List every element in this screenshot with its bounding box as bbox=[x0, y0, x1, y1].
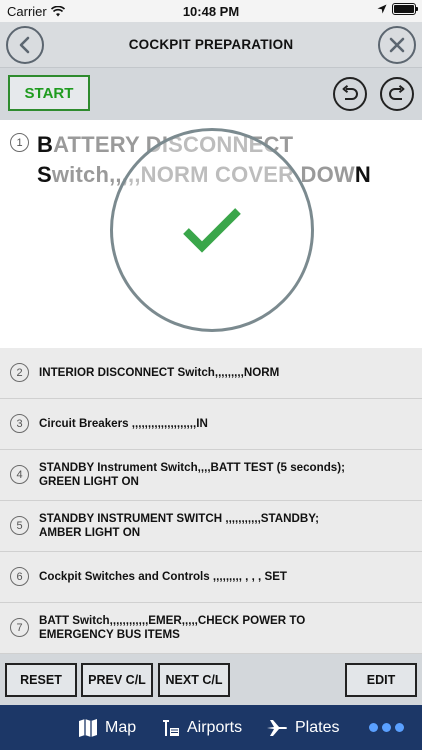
prev-checklist-button[interactable]: PREV C/L bbox=[81, 663, 153, 697]
back-button[interactable] bbox=[6, 26, 44, 64]
item-number-badge: 2 bbox=[10, 363, 29, 382]
item-number-badge: 6 bbox=[10, 567, 29, 586]
close-icon bbox=[389, 37, 405, 53]
redo-button[interactable] bbox=[380, 77, 414, 111]
map-icon bbox=[79, 718, 97, 737]
item-text: Cockpit Switches and Controls ,,,,,,,,, … bbox=[39, 570, 288, 583]
start-button[interactable]: START bbox=[8, 75, 90, 111]
battery-fill bbox=[394, 5, 414, 13]
plane-icon bbox=[267, 719, 287, 736]
item-number-badge: 5 bbox=[10, 516, 29, 535]
tab-map[interactable]: Map bbox=[78, 705, 136, 750]
undo-icon bbox=[342, 85, 358, 100]
list-item[interactable]: 4 STANDBY Instrument Switch,,,,BATT TEST… bbox=[0, 450, 422, 501]
status-bar: Carrier 10:48 PM bbox=[0, 0, 422, 22]
more-dots-icon bbox=[382, 723, 391, 732]
list-item[interactable]: 5 STANDBY INSTRUMENT SWITCH ,,,,,,,,,,,S… bbox=[0, 501, 422, 552]
tab-label: Airports bbox=[187, 718, 243, 736]
item-number-badge: 4 bbox=[10, 465, 29, 484]
item-text: BATT Switch,,,,,,,,,,,,EMER,,,,,CHECK PO… bbox=[39, 614, 306, 641]
undo-button[interactable] bbox=[333, 77, 367, 111]
tab-label: Plates bbox=[295, 718, 340, 736]
item-text: Circuit Breakers ,,,,,,,,,,,,,,,,,,,,IN bbox=[39, 417, 208, 430]
redo-icon bbox=[389, 85, 405, 100]
location-arrow-icon bbox=[377, 4, 387, 14]
tab-plates[interactable]: Plates bbox=[266, 705, 339, 750]
tab-bar: Map Airports Plates bbox=[0, 705, 422, 750]
active-item-number: 1 bbox=[10, 133, 29, 152]
header: COCKPIT PREPARATION bbox=[0, 22, 422, 68]
item-number-badge: 1 bbox=[10, 133, 29, 152]
next-checklist-button[interactable]: NEXT C/L bbox=[158, 663, 230, 697]
more-dots-icon bbox=[395, 723, 404, 732]
item-text: STANDBY INSTRUMENT SWITCH ,,,,,,,,,,,STA… bbox=[39, 512, 319, 539]
more-dots-icon bbox=[369, 723, 378, 732]
item-text: INTERIOR DISCONNECT Switch,,,,,,,,,NORM bbox=[39, 366, 280, 379]
tab-more[interactable] bbox=[369, 705, 404, 750]
chevron-left-icon bbox=[19, 36, 30, 54]
tab-airports[interactable]: Airports bbox=[160, 705, 242, 750]
item-number-badge: 3 bbox=[10, 414, 29, 433]
list-item[interactable]: 7 BATT Switch,,,,,,,,,,,,EMER,,,,,CHECK … bbox=[0, 603, 422, 654]
list-item[interactable]: 6 Cockpit Switches and Controls ,,,,,,,,… bbox=[0, 552, 422, 603]
item-text: STANDBY Instrument Switch,,,,BATT TEST (… bbox=[39, 461, 345, 488]
checkmark-icon bbox=[183, 208, 241, 253]
item-number-badge: 7 bbox=[10, 618, 29, 637]
tab-label: Map bbox=[105, 718, 137, 736]
completion-check-overlay bbox=[110, 128, 314, 332]
battery-icon bbox=[392, 3, 418, 15]
edit-button[interactable]: EDIT bbox=[345, 663, 417, 697]
list-item[interactable]: 3 Circuit Breakers ,,,,,,,,,,,,,,,,,,,,I… bbox=[0, 399, 422, 450]
checklist-items: 2 INTERIOR DISCONNECT Switch,,,,,,,,,NOR… bbox=[0, 348, 422, 654]
status-right bbox=[377, 3, 418, 15]
list-item[interactable]: 2 INTERIOR DISCONNECT Switch,,,,,,,,,NOR… bbox=[0, 348, 422, 399]
checklist-toolbar: START bbox=[0, 68, 422, 120]
close-button[interactable] bbox=[378, 26, 416, 64]
page-title: COCKPIT PREPARATION bbox=[128, 37, 294, 52]
airport-icon bbox=[163, 719, 179, 736]
status-time: 10:48 PM bbox=[182, 4, 240, 19]
reset-button[interactable]: RESET bbox=[5, 663, 77, 697]
checklist-actions-bar: RESET PREV C/L NEXT C/L EDIT bbox=[0, 654, 422, 705]
